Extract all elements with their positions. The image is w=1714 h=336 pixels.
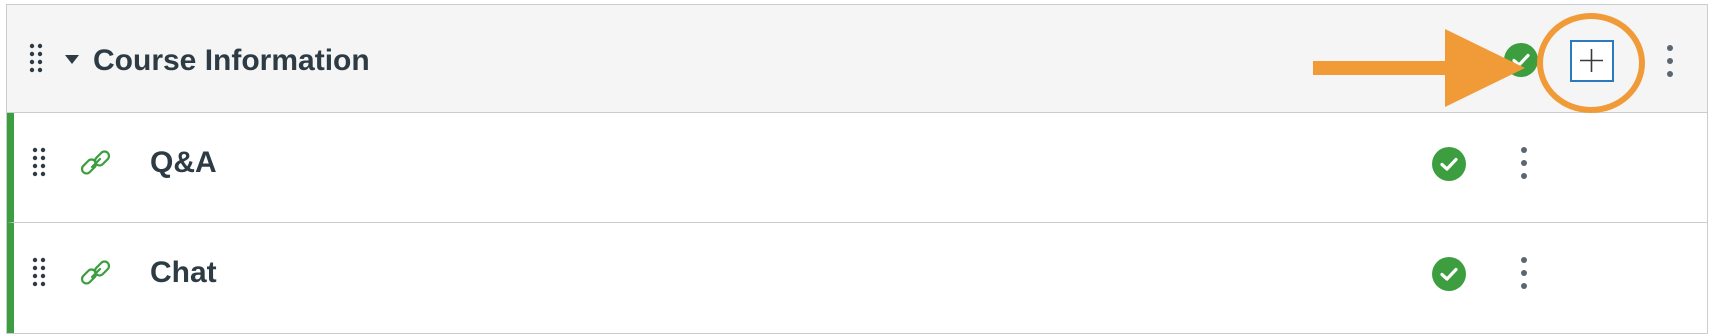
caret-down-icon[interactable] <box>65 55 79 64</box>
kebab-menu-icon[interactable] <box>1514 255 1534 291</box>
drag-handle-icon[interactable] <box>32 147 46 177</box>
item-title[interactable]: Q&A <box>150 143 217 183</box>
drag-handle-icon[interactable] <box>32 257 46 287</box>
module-title: Course Information <box>93 44 370 77</box>
kebab-menu-icon[interactable] <box>1660 43 1680 79</box>
module-header[interactable]: Course Information <box>7 5 1707 113</box>
kebab-menu-icon[interactable] <box>1514 145 1534 181</box>
published-check-icon[interactable] <box>1432 147 1466 181</box>
module-item-chat[interactable]: Chat <box>7 223 1707 333</box>
link-icon <box>78 145 114 181</box>
arrow-right-icon <box>1313 27 1533 112</box>
link-icon <box>78 255 114 291</box>
drag-handle-icon[interactable] <box>29 43 43 73</box>
module-container: Course Information Q&A Chat <box>6 4 1708 334</box>
module-item-qa[interactable]: Q&A <box>7 113 1707 223</box>
item-title[interactable]: Chat <box>150 253 217 293</box>
published-check-icon[interactable] <box>1432 257 1466 291</box>
circle-highlight <box>1537 13 1645 113</box>
